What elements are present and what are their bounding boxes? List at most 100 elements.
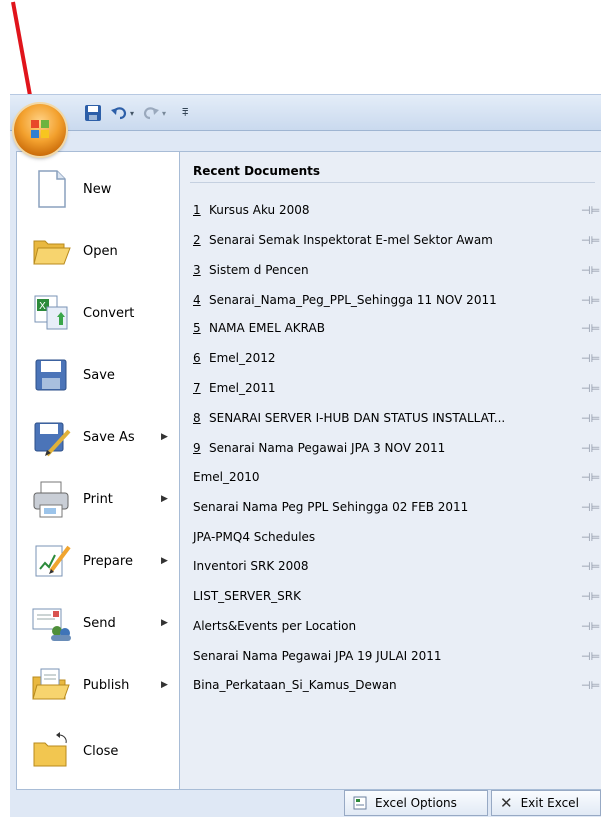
submenu-arrow-icon: ▶: [161, 432, 168, 442]
command-label: Convert: [83, 305, 135, 321]
pin-icon[interactable]: ⊣⊨: [581, 382, 600, 395]
options-icon: [353, 796, 367, 810]
recent-document-item[interactable]: Emel_2010 ⊣⊨: [193, 466, 600, 488]
redo-icon[interactable]: ▾: [142, 102, 166, 124]
pin-icon[interactable]: ⊣⊨: [581, 352, 600, 365]
save-command[interactable]: Save: [17, 346, 179, 404]
save-icon[interactable]: [84, 102, 102, 124]
command-pane: New Open X Convert Save Save As ▶ Print …: [16, 151, 180, 790]
submenu-arrow-icon: ▶: [161, 556, 168, 566]
options-label: Excel Options: [375, 796, 457, 810]
command-label: Send: [83, 615, 116, 631]
document-name: Emel_2010: [193, 470, 260, 484]
open-command[interactable]: Open: [17, 222, 179, 280]
document-name: Senarai_Nama_Peg_PPL_Sehingga 11 NOV 201…: [209, 293, 497, 307]
send-icon: [32, 608, 71, 641]
pin-icon[interactable]: ⊣⊨: [581, 471, 600, 484]
command-label: Save As: [83, 429, 135, 445]
exit-excel-button[interactable]: ✕ Exit Excel: [491, 790, 601, 816]
convert-icon: X: [34, 295, 68, 330]
submenu-arrow-icon: ▶: [161, 680, 168, 690]
pin-icon[interactable]: ⊣⊨: [581, 204, 600, 217]
close-folder-icon: [33, 732, 67, 767]
print-command[interactable]: Print ▶: [17, 470, 179, 528]
pin-icon[interactable]: ⊣⊨: [581, 234, 600, 247]
document-name: Senarai Semak Inspektorat E-mel Sektor A…: [209, 233, 493, 247]
pin-icon[interactable]: ⊣⊨: [581, 412, 600, 425]
divider: [190, 182, 595, 183]
office-logo-icon: [31, 120, 49, 138]
document-name: Senarai Nama Pegawai JPA 19 JULAI 2011: [193, 649, 442, 663]
printer-icon: [33, 481, 69, 518]
recent-document-item[interactable]: 7 Emel_2011 ⊣⊨: [193, 377, 600, 399]
command-label: Print: [83, 491, 113, 507]
recent-document-item[interactable]: 3 Sistem d Pencen ⊣⊨: [193, 259, 600, 281]
recent-document-item[interactable]: 9 Senarai Nama Pegawai JPA 3 NOV 2011 ⊣⊨: [193, 437, 600, 459]
close-command[interactable]: Close: [17, 722, 179, 780]
pin-icon[interactable]: ⊣⊨: [581, 294, 600, 307]
open-folder-icon: [33, 240, 71, 265]
pin-icon[interactable]: ⊣⊨: [581, 442, 600, 455]
new-command[interactable]: New: [17, 160, 179, 218]
save-disk-icon: [35, 359, 67, 391]
recent-document-item[interactable]: 2 Senarai Semak Inspektorat E-mel Sektor …: [193, 229, 600, 251]
recent-document-item[interactable]: Senarai Nama Peg PPL Sehingga 02 FEB 201…: [193, 496, 600, 518]
command-label: Open: [83, 243, 118, 259]
prepare-command[interactable]: Prepare ▶: [17, 532, 179, 590]
new-document-icon: [38, 170, 66, 208]
pin-icon[interactable]: ⊣⊨: [581, 264, 600, 277]
document-name: LIST_SERVER_SRK: [193, 589, 302, 603]
svg-text:X: X: [39, 301, 46, 312]
recent-document-item[interactable]: Inventori SRK 2008 ⊣⊨: [193, 555, 600, 577]
recent-document-item[interactable]: 6 Emel_2012 ⊣⊨: [193, 347, 600, 369]
document-name: SENARAI SERVER I-HUB DAN STATUS INSTALLA…: [209, 411, 506, 425]
command-label: Save: [83, 367, 115, 383]
submenu-arrow-icon: ▶: [161, 618, 168, 628]
recent-document-item[interactable]: 1 Kursus Aku 2008 ⊣⊨: [193, 199, 600, 221]
document-name: NAMA EMEL AKRAB: [209, 321, 325, 335]
document-name: JPA-PMQ4 Schedules: [193, 530, 316, 544]
document-name: Emel_2012: [209, 351, 276, 365]
publish-command[interactable]: Publish ▶: [17, 656, 179, 714]
pin-icon[interactable]: ⊣⊨: [581, 560, 600, 573]
recent-document-item[interactable]: 8 SENARAI SERVER I-HUB DAN STATUS INSTALL…: [193, 407, 600, 429]
recent-document-item[interactable]: Senarai Nama Pegawai JPA 19 JULAI 2011 ⊣⊨: [193, 645, 600, 667]
send-command[interactable]: Send ▶: [17, 594, 179, 652]
quick-access-toolbar: ▾ ▾ ⩱: [10, 94, 601, 131]
pin-icon[interactable]: ⊣⊨: [581, 650, 600, 663]
excel-options-button[interactable]: Excel Options: [344, 790, 488, 816]
document-name: Sistem d Pencen: [209, 263, 309, 277]
exit-icon: ✕: [500, 794, 513, 812]
prepare-icon: [35, 545, 71, 577]
pin-icon[interactable]: ⊣⊨: [581, 590, 600, 603]
recent-document-item[interactable]: Bina_Perkataan_Si_Kamus_Dewan ⊣⊨: [193, 674, 600, 696]
pin-icon[interactable]: ⊣⊨: [581, 679, 600, 692]
save-as-icon: [34, 422, 71, 457]
recent-document-item[interactable]: Alerts&Events per Location ⊣⊨: [193, 615, 600, 637]
document-name: Senarai Nama Pegawai JPA 3 NOV 2011: [209, 441, 446, 455]
command-label: Close: [83, 743, 119, 759]
recent-document-item[interactable]: LIST_SERVER_SRK ⊣⊨: [193, 585, 600, 607]
recent-documents-title: Recent Documents: [193, 164, 321, 178]
document-name: Alerts&Events per Location: [193, 619, 357, 633]
document-name: Emel_2011: [209, 381, 276, 395]
recent-document-item[interactable]: JPA-PMQ4 Schedules ⊣⊨: [193, 526, 600, 548]
command-label: Prepare: [83, 553, 133, 569]
office-button[interactable]: [14, 104, 66, 156]
document-name: Senarai Nama Peg PPL Sehingga 02 FEB 201…: [193, 500, 469, 514]
pin-icon[interactable]: ⊣⊨: [581, 531, 600, 544]
command-label: New: [83, 181, 112, 197]
undo-icon[interactable]: ▾: [110, 102, 134, 124]
save-as-command[interactable]: Save As ▶: [17, 408, 179, 466]
document-name: Inventori SRK 2008: [193, 559, 309, 573]
pin-icon[interactable]: ⊣⊨: [581, 501, 600, 514]
recent-document-item[interactable]: 5 NAMA EMEL AKRAB ⊣⊨: [193, 317, 600, 339]
pin-icon[interactable]: ⊣⊨: [581, 322, 600, 335]
command-label: Publish: [83, 677, 130, 693]
pin-icon[interactable]: ⊣⊨: [581, 620, 600, 633]
submenu-arrow-icon: ▶: [161, 494, 168, 504]
convert-command[interactable]: X Convert: [17, 284, 179, 342]
recent-document-item[interactable]: 4 Senarai_Nama_Peg_PPL_Sehingga 11 NOV 20…: [193, 289, 600, 311]
document-name: Bina_Perkataan_Si_Kamus_Dewan: [193, 678, 397, 692]
customize-icon[interactable]: ⩱: [182, 102, 188, 124]
